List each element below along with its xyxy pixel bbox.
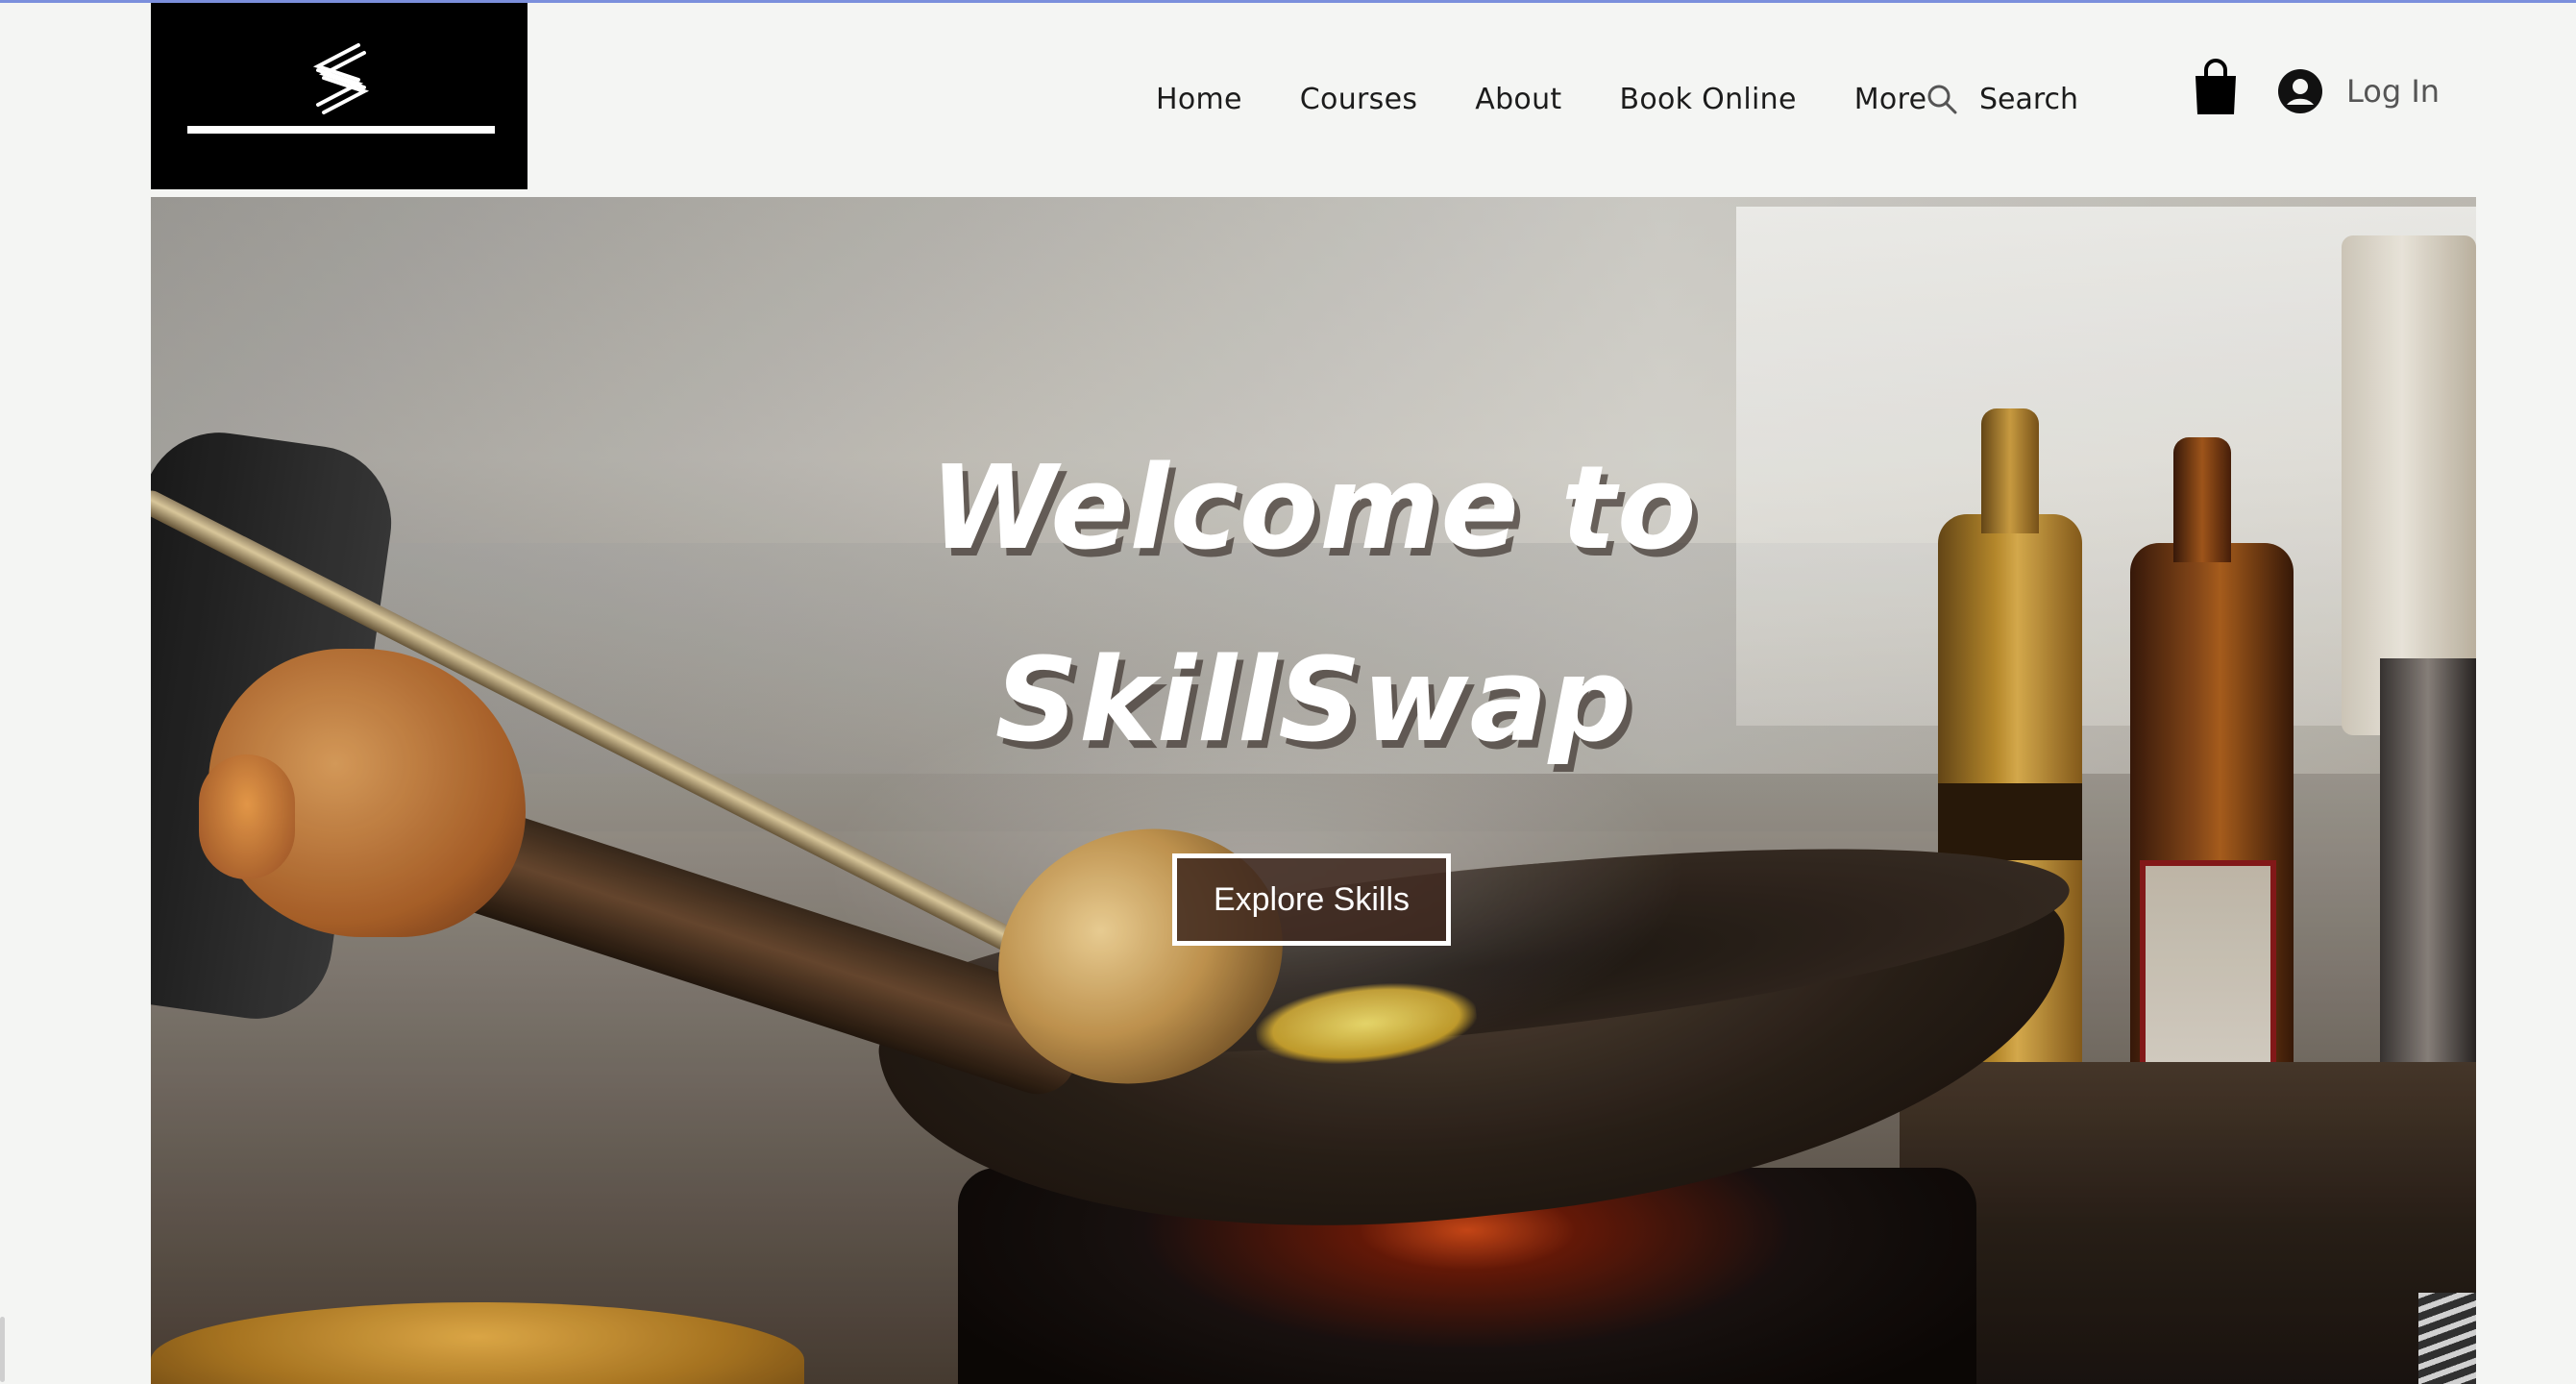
logo-underline bbox=[187, 126, 495, 134]
search-button[interactable]: Search bbox=[1926, 70, 2078, 128]
search-icon bbox=[1927, 85, 1957, 114]
hero-title-line-1: Welcome to bbox=[929, 442, 1698, 576]
nav-item-about[interactable]: About bbox=[1475, 83, 1561, 116]
logo-s-icon bbox=[312, 43, 370, 114]
nav-item-book-online[interactable]: Book Online bbox=[1619, 83, 1796, 116]
user-avatar-icon bbox=[2278, 69, 2322, 113]
hero-title-line-2: SkillSwap bbox=[994, 634, 1632, 768]
nav-item-home[interactable]: Home bbox=[1156, 83, 1242, 116]
scroll-indicator bbox=[0, 1317, 5, 1382]
main-nav: Home Courses About Book Online More bbox=[1156, 70, 1984, 128]
cart-button[interactable] bbox=[2192, 59, 2240, 116]
login-label: Log In bbox=[2346, 73, 2441, 110]
explore-skills-button[interactable]: Explore Skills bbox=[1172, 853, 1451, 946]
hero-section: Welcome to SkillSwap Explore Skills bbox=[151, 197, 2476, 1384]
site-logo[interactable] bbox=[151, 3, 527, 189]
search-label: Search bbox=[1979, 82, 2079, 116]
nav-item-courses[interactable]: Courses bbox=[1300, 83, 1417, 116]
hero-title: Welcome to SkillSwap bbox=[151, 413, 2476, 798]
page: Home Courses About Book Online More Sear… bbox=[0, 0, 2576, 1384]
login-button[interactable]: Log In bbox=[2277, 62, 2440, 120]
shopping-bag-icon bbox=[2196, 59, 2236, 114]
site-header: Home Courses About Book Online More Sear… bbox=[151, 3, 2476, 195]
nav-item-more[interactable]: More bbox=[1854, 83, 1927, 116]
